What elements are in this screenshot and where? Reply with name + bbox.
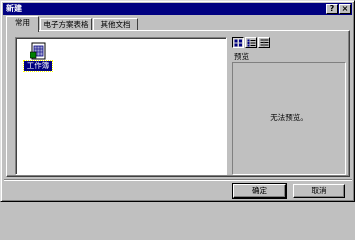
preview-message: 无法预览。 xyxy=(270,113,308,122)
preview-label: 预览 xyxy=(234,52,249,61)
cancel-button[interactable]: 取消 xyxy=(293,184,345,198)
close-button[interactable]: × xyxy=(339,4,351,14)
list-view-button[interactable] xyxy=(245,37,257,48)
window-title: 新建 xyxy=(6,4,22,13)
new-dialog: 新建 ? × 常用 电子方案表格 其他文档 工作簿 预览 无法预览。 确定 取消 xyxy=(0,0,355,202)
help-button[interactable]: ? xyxy=(326,4,338,14)
template-item-label: 工作簿 xyxy=(23,60,53,72)
details-view-button[interactable] xyxy=(258,37,270,48)
workbook-icon xyxy=(29,42,48,60)
tab-panel: 工作簿 预览 无法预览。 xyxy=(6,30,350,177)
large-icons-view-button[interactable] xyxy=(232,37,244,48)
preview-area: 无法预览。 xyxy=(232,62,346,175)
ok-button[interactable]: 确定 xyxy=(232,183,287,199)
tab-common[interactable]: 常用 xyxy=(6,16,39,32)
template-list[interactable]: 工作簿 xyxy=(15,37,227,175)
divider xyxy=(4,179,352,181)
title-bar[interactable]: 新建 ? × xyxy=(3,3,352,15)
template-item-workbook[interactable]: 工作簿 xyxy=(23,42,53,74)
